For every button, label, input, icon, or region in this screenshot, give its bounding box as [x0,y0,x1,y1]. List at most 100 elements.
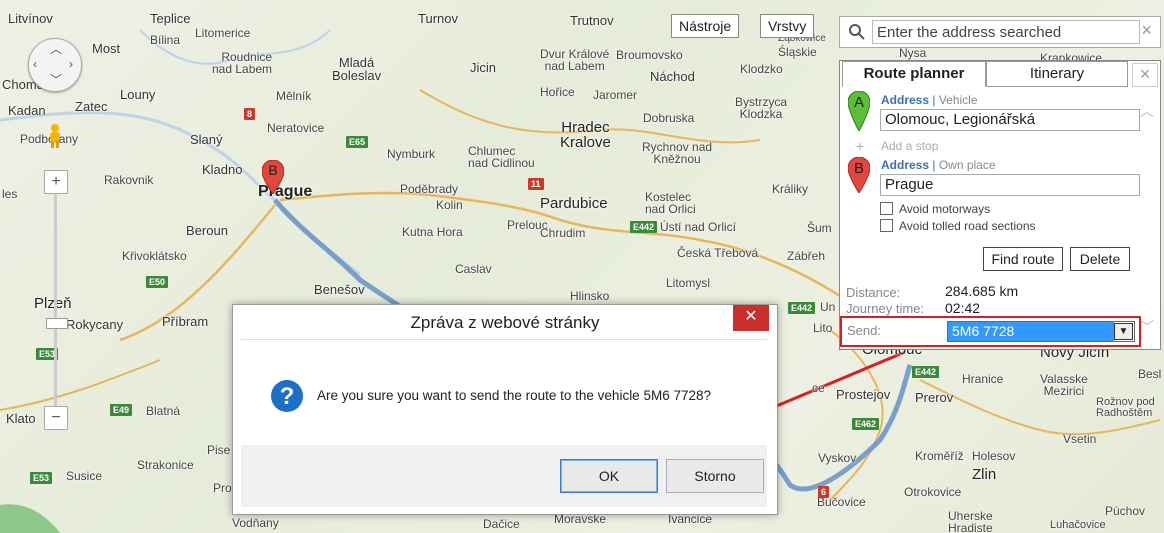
find-route-button[interactable]: Find route [983,247,1063,271]
send-vehicle-value: 5M6 7728 [948,322,1114,341]
search-close-icon[interactable]: × [1141,20,1152,41]
pan-up-icon[interactable]: ︿ [50,40,62,57]
city-label-zlin: Zlin [972,466,997,483]
journey-time-value: 02:42 [945,300,981,316]
end-address-field[interactable]: Prague [880,174,1140,196]
city-label-podebrady: Poděbrady [400,182,459,196]
city-label-pardubice: Pardubice [540,195,608,212]
city-label-broumov: Broumovsko [616,48,683,62]
city-label-dacice: Dačice [483,517,520,531]
city-label-vodnany: Vodňany [232,516,279,530]
delete-button[interactable]: Delete [1070,247,1130,271]
city-label-bes: Besl [1138,367,1162,381]
city-label-blatna: Blatná [146,404,181,418]
send-row-highlight: Send: 5M6 7728 ▼ [840,316,1141,347]
road-shield-e53-south: E53 [30,472,53,484]
city-label-louny: Louny [120,87,156,102]
city-label-bilina: Bílina [150,33,181,47]
city-label-lito: Lito [813,321,833,335]
pan-right-icon[interactable]: › [69,57,73,71]
pan-left-icon[interactable]: ‹ [33,57,37,71]
end-address-title: Address [881,158,930,172]
road-shield-e65: E65 [346,136,369,148]
avoid-tolls-option[interactable]: Avoid tolled road sections [880,219,1036,233]
start-address-field[interactable]: Olomouc, Legionářská [880,109,1140,131]
dialog-message: Are you sure you want to send the route … [317,388,711,403]
road-shield-6: 6 [818,486,830,498]
city-label-les: les [2,187,18,201]
end-marker-label: B [853,160,864,177]
city-label-dobruska: Dobruska [643,111,695,125]
street-view-pegman-icon[interactable] [47,123,63,149]
city-label-usti: Ústí nad Orlicí [660,220,737,234]
city-label-krivoklatsko: Křivoklátsko [122,249,187,263]
city-label-chlumec: Chlumec nad Cidlinou [468,144,535,170]
avoid-tolls-checkbox[interactable] [880,219,893,232]
end-address-label: Address | Own place [881,158,996,172]
layers-button[interactable]: Vrstvy [760,14,815,38]
zoom-out-button[interactable]: − [44,406,68,430]
city-label-luhacovice: Luhačovice [1050,519,1106,531]
avoid-motorways-option[interactable]: Avoid motorways [880,202,990,216]
marker-b-icon[interactable]: B [261,159,285,195]
start-address-title: Address [881,93,930,107]
dialog-close-button[interactable]: ✕ [733,305,769,331]
journey-time-label: Journey time: [846,301,925,316]
road-shield-8: 8 [244,108,256,120]
city-label-trutnov: Trutnov [570,13,614,28]
city-label-litomerice: Litomerice [195,26,251,40]
start-address-sublabel: Vehicle [938,93,978,107]
ok-button[interactable]: OK [560,459,658,493]
city-label-klatovy: Klato [6,411,36,426]
pan-control[interactable]: ︿ ‹ › ﹀ [28,38,82,92]
city-label-nymburk: Nymburk [387,147,436,161]
send-label: Send: [847,323,881,338]
tab-route-planner[interactable]: Route planner [842,61,986,87]
planner-close-icon[interactable]: × [1132,63,1158,87]
city-label-slany: Slaný [190,132,223,147]
pan-down-icon[interactable]: ﹀ [50,71,62,88]
panel-scroll-up-icon[interactable]: ︿ [1140,101,1154,121]
road-shield-e442-olomouc: E442 [912,366,940,378]
city-label-pro: Pro [213,481,232,495]
city-label-mlada: Mladá Boleslav [332,55,382,83]
city-label-most: Most [92,41,121,56]
city-label-kutna: Kutna Hora [402,225,463,239]
city-label-nachod: Náchod [650,69,695,84]
zoom-control[interactable]: + − [44,170,68,440]
city-label-kolin: Kolin [436,198,463,212]
city-label-prostejov: Prostejov [836,387,891,402]
cancel-button[interactable]: Storno [666,459,764,493]
avoid-tolls-label: Avoid tolled road sections [899,219,1036,233]
city-label-uherske: Uherske Hradiste [948,509,993,533]
avoid-motorways-checkbox[interactable] [880,202,893,215]
end-marker-b-icon: B [847,156,871,194]
city-label-kadan: Kadan [8,103,46,118]
city-label-turnov: Turnov [418,11,458,26]
panel-scroll-down-icon[interactable]: ﹀ [1140,317,1154,337]
city-label-otrokovice: Otrokovice [904,485,962,499]
road-shield-e49: E49 [110,404,133,416]
address-search-input[interactable] [872,20,1140,44]
zoom-slider-track[interactable] [54,194,57,414]
zoom-slider-handle[interactable] [46,318,68,329]
city-label-susice: Susice [66,469,103,483]
city-label-chrudim: Chrudim [540,226,586,240]
city-label-valasske: Valasske Mezirici [1040,372,1088,398]
add-stop-icon[interactable]: + [856,138,864,154]
city-label-hradec: Hradec Kralove [560,119,611,151]
road-shield-e442: E442 [630,221,658,233]
tab-itinerary[interactable]: Itinerary [986,61,1128,87]
city-label-vyskov: Vyskov [818,451,857,465]
city-label-pisek: Pise [207,443,231,457]
search-icon[interactable] [848,23,866,41]
city-label-bystrzyca: Bystrzyca Klodzka [735,95,788,121]
dropdown-arrow-icon[interactable]: ▼ [1114,323,1133,340]
tools-button[interactable]: Nástroje [671,14,740,38]
add-stop-link[interactable]: Add a stop [881,139,938,153]
road-shield-e442-east: E442 [788,302,816,314]
marker-b-label: B [268,162,278,178]
zoom-in-button[interactable]: + [44,170,68,194]
send-vehicle-select[interactable]: 5M6 7728 ▼ [947,321,1135,342]
city-label-ce: ce [812,381,825,395]
